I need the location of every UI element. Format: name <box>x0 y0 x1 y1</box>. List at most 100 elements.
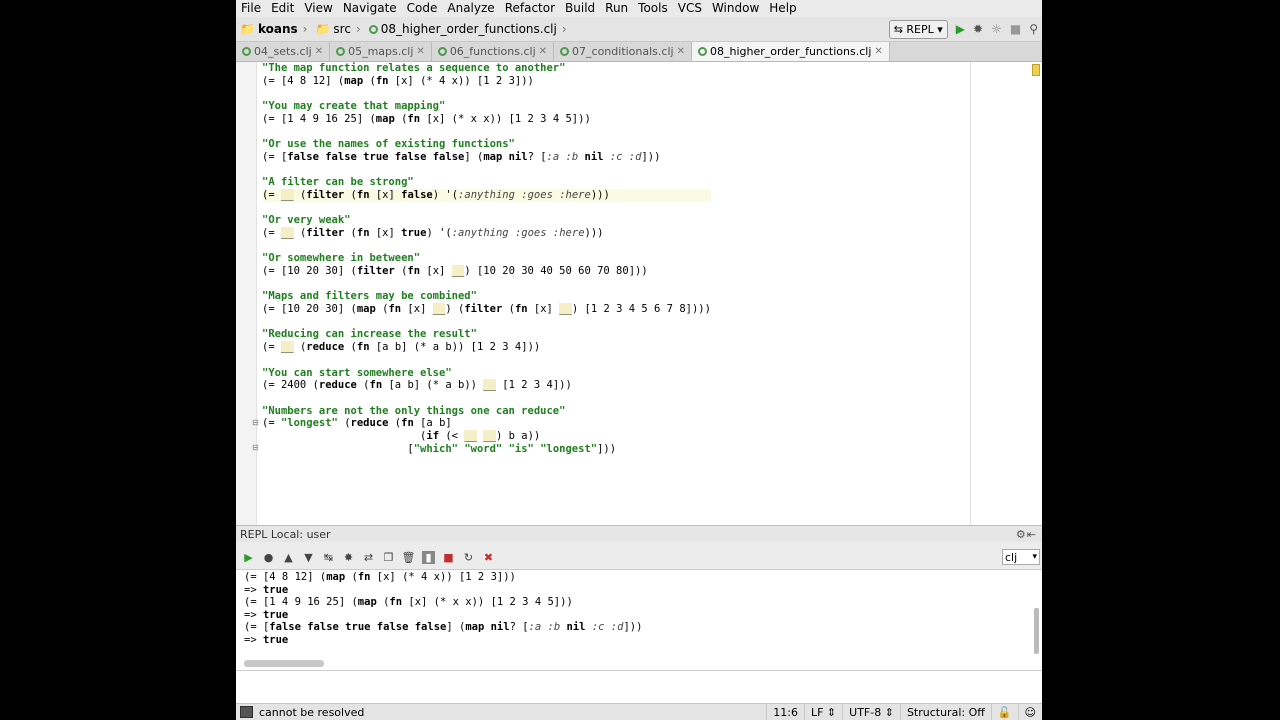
menu-window[interactable]: Window <box>707 0 764 17</box>
bug-icon[interactable]: ✸ <box>342 551 355 564</box>
gear-icon[interactable]: ⚙ ⇤ <box>1016 528 1036 541</box>
menu-refactor[interactable]: Refactor <box>500 0 560 17</box>
menu-analyze[interactable]: Analyze <box>442 0 499 17</box>
code-line[interactable]: (= [false false true false false] (map n… <box>262 151 711 164</box>
menu-build[interactable]: Build <box>560 0 600 17</box>
code-line[interactable] <box>262 316 711 329</box>
horizontal-scrollbar[interactable] <box>244 660 324 667</box>
sync-icon[interactable]: ⇄ <box>362 551 375 564</box>
close-icon[interactable]: ✕ <box>315 46 323 57</box>
menu-tools[interactable]: Tools <box>633 0 673 17</box>
menu-vcs[interactable]: VCS <box>673 0 707 17</box>
record-icon[interactable]: ● <box>262 551 275 564</box>
stop-icon[interactable]: ■ <box>442 551 455 564</box>
folder-icon: 📁 <box>240 22 255 36</box>
coverage-icon[interactable]: ☼ <box>991 22 1002 36</box>
pause-icon[interactable]: ▮ <box>422 550 435 564</box>
code-line[interactable] <box>262 164 711 177</box>
code-line[interactable] <box>262 87 711 100</box>
code-line[interactable] <box>262 240 711 253</box>
code-line[interactable]: (= __ (filter (fn [x] false) '(:anything… <box>262 188 711 202</box>
breadcrumb-file[interactable]: 08_higher_order_functions.clj › <box>365 22 571 36</box>
close-icon[interactable]: ✕ <box>677 46 685 57</box>
code-line[interactable] <box>262 202 711 215</box>
code-line[interactable]: "A filter can be strong" <box>262 176 711 189</box>
close-icon[interactable]: ✕ <box>539 46 547 57</box>
breadcrumb-project[interactable]: 📁 koans › <box>236 22 311 36</box>
tool-window-toggle-icon[interactable] <box>240 706 253 718</box>
status-message: cannot be resolved <box>259 705 365 719</box>
trash-icon[interactable]: 🗑 <box>402 551 416 564</box>
code-line[interactable] <box>262 354 711 367</box>
code-line[interactable]: (= [4 8 12] (map (fn [x] (* 4 x)) [1 2 3… <box>262 75 711 88</box>
menu-help[interactable]: Help <box>764 0 801 17</box>
menu-edit[interactable]: Edit <box>266 0 299 17</box>
breadcrumb-file-label: 08_higher_order_functions.clj <box>380 22 557 36</box>
code-line[interactable]: "The map function relates a sequence to … <box>262 62 711 75</box>
tab-06-functions[interactable]: 06_functions.clj ✕ <box>432 42 555 61</box>
close-icon[interactable]: ✖ <box>482 551 495 564</box>
code-line[interactable]: ["which" "word" "is" "longest"])) <box>262 443 711 456</box>
fold-icon[interactable]: ⊟ <box>252 418 259 427</box>
code-line[interactable] <box>262 278 711 291</box>
run-icon[interactable]: ▶ <box>242 551 255 564</box>
menu-file[interactable]: File <box>236 0 266 17</box>
inspector-icon[interactable]: ☺ <box>1017 704 1042 720</box>
close-icon[interactable]: ✕ <box>874 46 882 57</box>
tab-08-higher-order-functions[interactable]: 08_higher_order_functions.clj ✕ <box>691 42 890 61</box>
line-separator[interactable]: LF ⇕ <box>803 704 842 720</box>
caret-position[interactable]: 11:6 <box>766 704 804 720</box>
load-file-icon[interactable]: ↹ <box>322 551 335 564</box>
warning-marker-icon[interactable] <box>1032 64 1040 76</box>
clojure-file-icon <box>336 47 346 56</box>
code-line[interactable]: "Reducing can increase the result" <box>262 328 711 341</box>
copy-icon[interactable]: ❐ <box>382 551 395 564</box>
run-config-selector[interactable]: ⇆ REPL ▾ <box>888 19 948 39</box>
menu-navigate[interactable]: Navigate <box>338 0 402 17</box>
code-content[interactable]: "The map function relates a sequence to … <box>262 62 711 455</box>
stop-icon[interactable]: ■ <box>1010 22 1021 36</box>
code-line[interactable]: (= [10 20 30] (filter (fn [x] __) [10 20… <box>262 265 711 278</box>
arrow-up-icon[interactable]: ▲ <box>282 551 295 564</box>
editor-gutter[interactable] <box>236 62 257 525</box>
code-line[interactable]: "Numbers are not the only things one can… <box>262 405 711 418</box>
tab-05-maps[interactable]: 05_maps.clj ✕ <box>330 42 432 61</box>
repl-output[interactable]: (= [4 8 12] (map (fn [x] (* 4 x)) [1 2 3… <box>236 569 1042 677</box>
vertical-scrollbar[interactable] <box>1034 608 1039 654</box>
lock-icon[interactable]: 🔓 <box>990 704 1018 720</box>
code-line[interactable]: "You can start somewhere else" <box>262 367 711 380</box>
code-line[interactable]: "Maps and filters may be combined" <box>262 290 711 303</box>
code-line[interactable]: (= [10 20 30] (map (fn [x] __) (filter (… <box>262 303 711 316</box>
code-line[interactable]: "You may create that mapping" <box>262 100 711 113</box>
code-line[interactable]: "Or very weak" <box>262 214 711 227</box>
arrow-down-icon[interactable]: ▼ <box>302 551 315 564</box>
code-line[interactable]: (= [1 4 9 16 25] (map (fn [x] (* x x)) [… <box>262 113 711 126</box>
run-icon[interactable]: ▶ <box>956 22 965 36</box>
code-line[interactable]: (= "longest" (reduce (fn [a b] <box>262 417 711 430</box>
debug-icon[interactable]: ✹ <box>973 22 983 36</box>
code-line[interactable]: "Or use the names of existing functions" <box>262 138 711 151</box>
restart-icon[interactable]: ↻ <box>462 551 475 564</box>
tab-04-sets[interactable]: 04_sets.clj ✕ <box>236 42 331 61</box>
code-line[interactable]: (if (< __ __) b a)) <box>262 429 711 443</box>
code-line[interactable]: (= __ (reduce (fn [a b] (* a b)) [1 2 3 … <box>262 341 711 354</box>
encoding[interactable]: UTF-8 ⇕ <box>842 704 900 720</box>
menu-run[interactable]: Run <box>600 0 633 17</box>
code-line[interactable]: (= __ (filter (fn [x] true) '(:anything … <box>262 226 711 240</box>
close-icon[interactable]: ✕ <box>416 46 424 57</box>
repl-config-icon: ⇆ <box>893 22 903 36</box>
tab-07-conditionals[interactable]: 07_conditionals.clj ✕ <box>554 42 692 61</box>
code-line[interactable]: "Or somewhere in between" <box>262 252 711 265</box>
code-editor[interactable]: ⊟ ⊟ "The map function relates a sequence… <box>236 62 1042 525</box>
code-line[interactable] <box>262 392 711 405</box>
menu-code[interactable]: Code <box>402 0 443 17</box>
code-line[interactable] <box>262 125 711 138</box>
language-selector[interactable]: clj ▾ <box>1002 549 1040 565</box>
breadcrumb-folder[interactable]: 📁 src › <box>311 22 364 36</box>
menu-view[interactable]: View <box>299 0 337 17</box>
breadcrumb-folder-label: src <box>333 22 351 36</box>
repl-input-area[interactable] <box>236 670 1042 704</box>
search-icon[interactable]: ⚲ <box>1029 22 1038 36</box>
code-line[interactable]: (= 2400 (reduce (fn [a b] (* a b)) __ [1… <box>262 379 711 392</box>
structural-mode[interactable]: Structural: Off <box>899 704 991 720</box>
